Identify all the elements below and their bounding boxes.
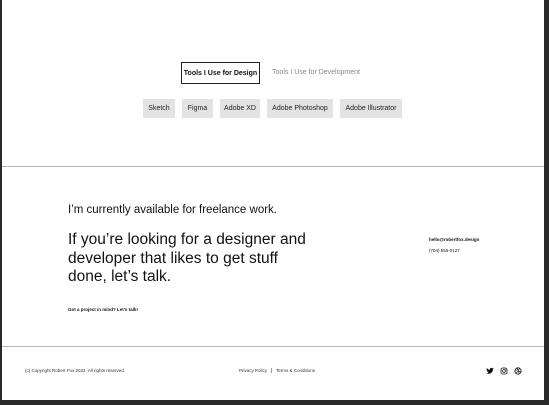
tool-chip-adobe-xd: Adobe XD (220, 99, 260, 118)
availability-text: I’m currently available for freelance wo… (68, 204, 277, 216)
tool-chip-adobe-photoshop: Adobe Photoshop (267, 99, 333, 118)
contact-heading: If you’re looking for a designer and dev… (68, 231, 306, 285)
tool-chip-sketch: Sketch (143, 99, 175, 118)
tool-chip-figma: Figma (182, 99, 213, 118)
footer-links: Privacy Policy Terms & Conditions (239, 368, 315, 374)
email-link[interactable]: hello@robertfox.design (429, 237, 479, 242)
twitter-icon[interactable] (486, 367, 494, 375)
copyright-text: (c) Copyright Robert Fox 2022. All right… (25, 368, 126, 373)
tab-development-tools[interactable]: Tools I Use for Development (264, 62, 368, 84)
tools-tabs: Tools I Use for Design Tools I Use for D… (2, 62, 544, 84)
privacy-policy-link[interactable]: Privacy Policy (239, 368, 267, 373)
footer-divider (2, 346, 544, 347)
terms-link[interactable]: Terms & Conditions (276, 368, 315, 373)
phone-link[interactable]: (704) 555-0127 (429, 248, 460, 253)
contact-cta-link[interactable]: Got a project in mind? Let’s talk! (68, 307, 138, 312)
portfolio-page: Tools I Use for Design Tools I Use for D… (2, 0, 544, 400)
tools-chip-list: Sketch Figma Adobe XD Adobe Photoshop Ad… (2, 99, 544, 119)
instagram-icon[interactable] (500, 367, 508, 375)
dribbble-icon[interactable] (514, 367, 522, 375)
tool-chip-adobe-illustrator: Adobe Illustrator (340, 99, 402, 118)
tab-design-tools[interactable]: Tools I Use for Design (181, 62, 260, 84)
footer-link-separator (271, 368, 273, 374)
section-divider (2, 166, 544, 167)
